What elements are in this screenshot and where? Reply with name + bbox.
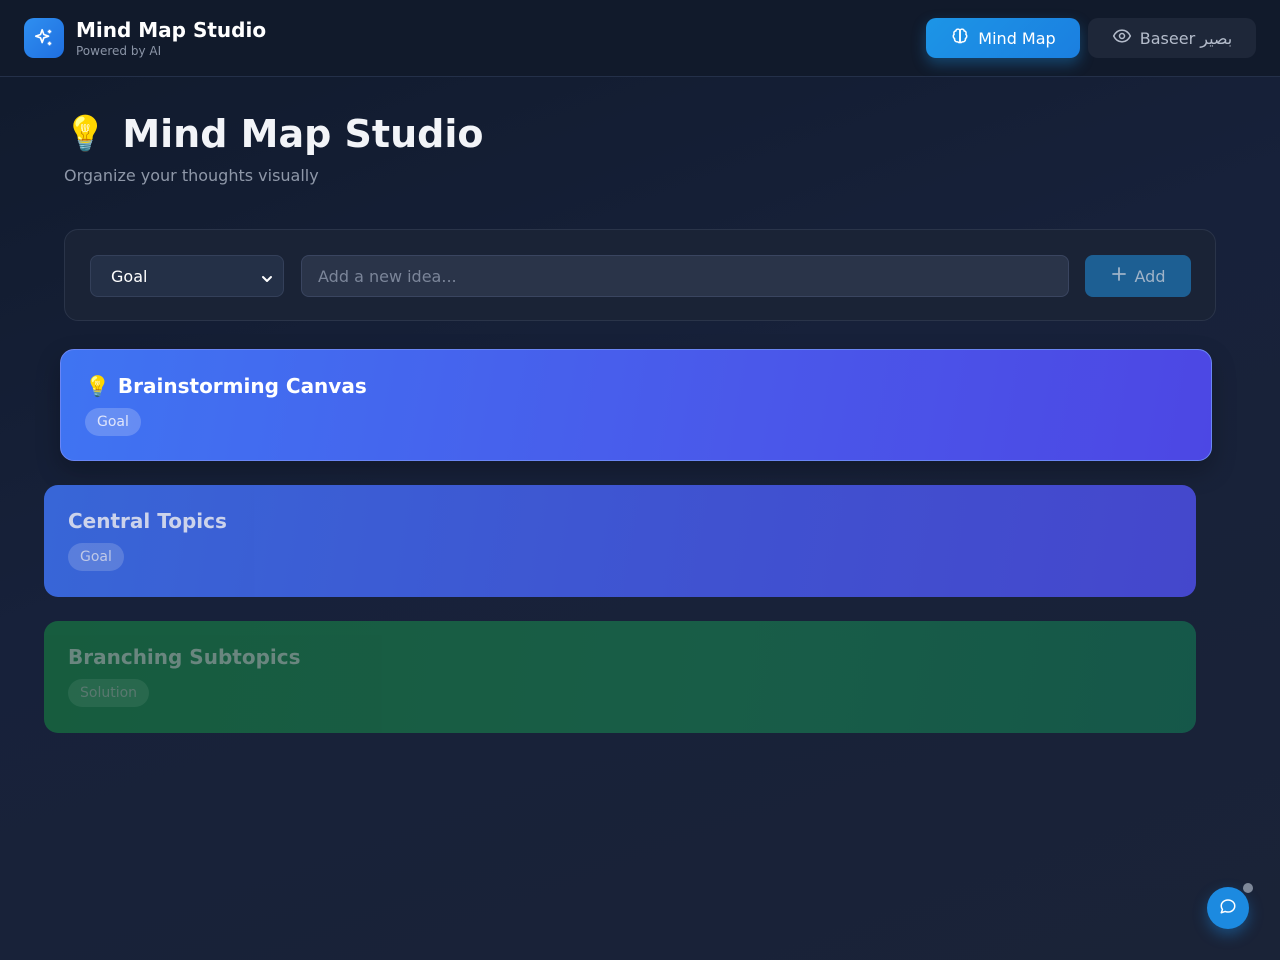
node-title-text: Central Topics	[68, 509, 227, 533]
mind-map-node[interactable]: 💡 Brainstorming Canvas Goal	[60, 349, 1212, 461]
node-title-text: Brainstorming Canvas	[117, 374, 367, 398]
node-title: 💡 Brainstorming Canvas	[85, 374, 1187, 398]
page-subtitle: Organize your thoughts visually	[64, 166, 319, 185]
node-title: Central Topics	[68, 509, 1172, 533]
nav-baseer-button[interactable]: Baseer بصير	[1088, 18, 1256, 58]
top-bar: Mind Map Studio Powered by AI Mind Map B…	[0, 0, 1280, 77]
app-title: Mind Map Studio	[76, 18, 267, 42]
node-type-select[interactable]: Goal	[90, 255, 284, 297]
mind-map-node[interactable]: Central Topics Goal	[44, 485, 1196, 597]
node-type-value: Goal	[111, 266, 148, 286]
plus-icon	[1111, 266, 1127, 286]
nav-mind-map-button[interactable]: Mind Map	[926, 18, 1080, 58]
chevron-down-icon	[261, 270, 273, 289]
add-idea-label: Add	[1134, 266, 1166, 286]
chat-button[interactable]	[1207, 887, 1249, 929]
chat-bubble-icon	[1219, 897, 1237, 919]
lightbulb-icon: 💡	[64, 114, 107, 154]
eye-icon	[1112, 26, 1132, 50]
sparkles-icon	[24, 18, 64, 58]
lightbulb-icon: 💡	[85, 374, 110, 398]
page-title: 💡 Mind Map Studio	[64, 112, 483, 156]
brain-icon	[950, 26, 970, 50]
app-subtitle: Powered by AI	[76, 44, 162, 58]
page-title-text: Mind Map Studio	[122, 112, 484, 156]
node-type-badge: Goal	[68, 543, 124, 571]
mind-map-node[interactable]: Branching Subtopics Solution	[44, 621, 1196, 733]
idea-composer: Goal Add	[64, 229, 1216, 321]
nav-baseer-label: Baseer بصير	[1139, 28, 1233, 48]
add-idea-button[interactable]: Add	[1085, 255, 1191, 297]
new-idea-input[interactable]	[301, 255, 1069, 297]
status-dot	[1243, 883, 1253, 893]
node-type-badge: Goal	[85, 408, 141, 436]
node-title: Branching Subtopics	[68, 645, 1172, 669]
node-type-badge: Solution	[68, 679, 150, 707]
nav-mind-map-label: Mind Map	[978, 28, 1056, 48]
node-title-text: Branching Subtopics	[68, 645, 301, 669]
